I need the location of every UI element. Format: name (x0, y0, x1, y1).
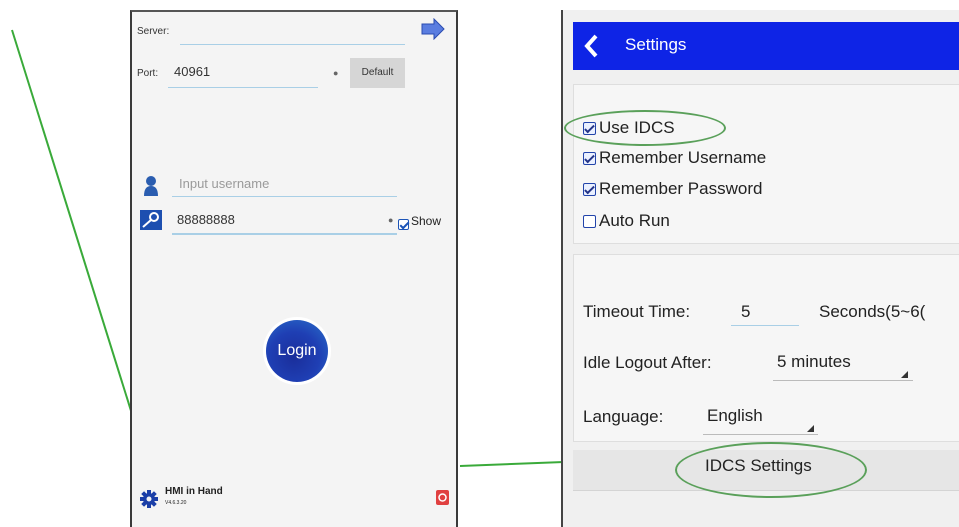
remember-username-option[interactable]: Remember Username (583, 148, 766, 168)
auto-run-option[interactable]: Auto Run (583, 211, 670, 231)
language-dropdown-arrow-icon (807, 425, 814, 432)
language-value: English (707, 406, 763, 425)
password-input[interactable]: 88888888 (177, 212, 235, 227)
settings-title: Settings (625, 35, 687, 54)
remember-password-option[interactable]: Remember Password (583, 179, 762, 199)
show-password-checkbox[interactable] (398, 219, 409, 231)
auto-run-label: Auto Run (599, 211, 670, 230)
login-button[interactable]: Login (266, 320, 328, 382)
remember-username-checkbox[interactable] (583, 152, 596, 166)
password-underline (172, 232, 397, 235)
record-icon[interactable] (436, 490, 449, 505)
key-icon (140, 210, 162, 230)
use-idcs-checkbox[interactable] (583, 122, 596, 136)
next-arrow-icon[interactable] (420, 17, 446, 41)
password-clear-icon[interactable]: ● (388, 215, 393, 225)
arrow-to-settings-gear (11, 29, 152, 466)
timeout-input[interactable]: 5 (741, 302, 750, 322)
settings-header: Settings (573, 22, 959, 70)
idle-dropdown-arrow-icon (901, 371, 908, 378)
remember-password-checkbox[interactable] (583, 183, 596, 197)
idle-logout-dropdown[interactable]: 5 minutes (773, 348, 913, 381)
user-icon (143, 175, 159, 197)
server-input[interactable] (180, 40, 405, 45)
app-version: V4.6.3.20 (165, 500, 187, 506)
idle-logout-label: Idle Logout After: (583, 353, 712, 372)
back-arrow-icon[interactable] (583, 34, 599, 58)
username-underline (172, 195, 397, 197)
server-label: Server: (137, 26, 170, 37)
show-password-label: Show (411, 214, 442, 228)
timeout-label: Timeout Time: (583, 302, 691, 321)
port-underline (168, 86, 318, 88)
port-input[interactable]: 40961 (174, 64, 210, 79)
timeout-unit: Seconds(5~6( (819, 302, 926, 321)
language-label: Language: (583, 407, 664, 426)
app-name: HMI in Hand (165, 486, 223, 497)
idcs-settings-label: IDCS Settings (705, 456, 812, 475)
timeout-underline (731, 324, 799, 326)
settings-gear-icon[interactable] (140, 490, 158, 508)
port-label: Port: (137, 68, 159, 79)
settings-screen: Settings Use IDCS Remember Username Reme… (561, 10, 959, 527)
language-dropdown[interactable]: English (703, 402, 818, 435)
use-idcs-label: Use IDCS (599, 118, 675, 137)
remember-password-label: Remember Password (599, 179, 763, 198)
auto-run-checkbox[interactable] (583, 215, 596, 229)
default-button[interactable]: Default (350, 58, 405, 88)
port-clear-icon[interactable]: ● (333, 68, 338, 78)
login-screen: Server: Port: 40961 ● Default Input user… (130, 10, 458, 527)
username-input[interactable]: Input username (179, 176, 269, 191)
use-idcs-option[interactable]: Use IDCS (583, 118, 675, 138)
remember-username-label: Remember Username (599, 148, 767, 167)
idle-logout-value: 5 minutes (777, 352, 851, 371)
